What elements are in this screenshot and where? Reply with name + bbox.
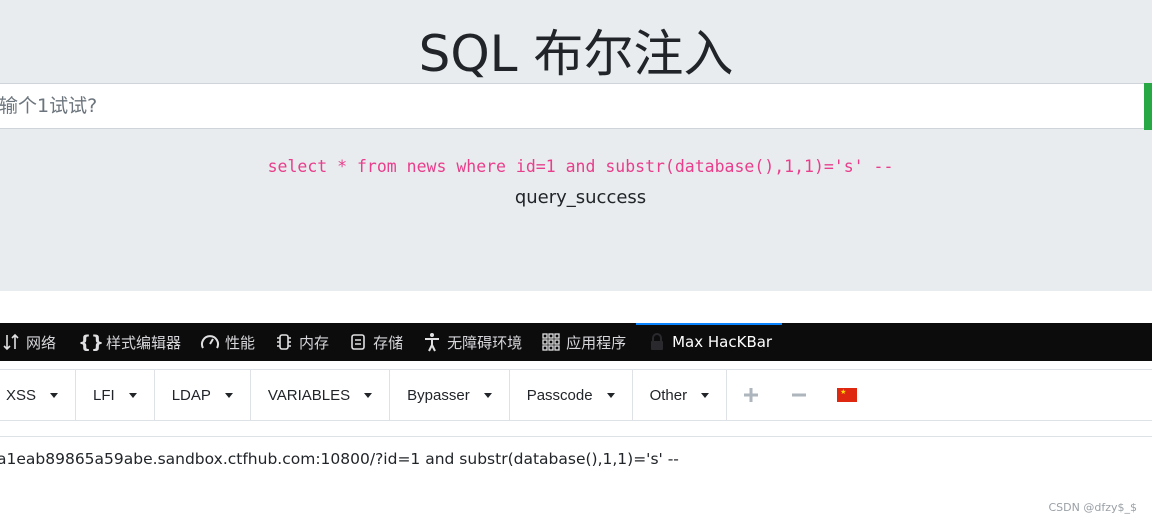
tab-storage[interactable]: 存储 [339,323,413,361]
page-title: SQL 布尔注入 [418,25,734,83]
grid-apps-icon [540,331,562,353]
menu-variables[interactable]: VARIABLES [251,370,391,420]
tab-memory[interactable]: 内存 [265,323,339,361]
menu-other[interactable]: Other [633,370,728,420]
tab-network[interactable]: 网络 [0,323,66,361]
url-text[interactable]: a1eab89865a59abe.sandbox.ctfhub.com:1080… [0,450,679,468]
memory-chip-icon [273,331,295,353]
menu-ldap[interactable]: LDAP [155,370,251,420]
menu-label: Bypasser [407,386,470,404]
network-arrows-icon [0,331,22,353]
watermark: CSDN @dfzy$_$ [1048,501,1138,514]
tab-label: 性能 [225,333,256,352]
menu-label: Other [649,386,688,404]
hackbar-menu: XSS LFI LDAP VARIABLES Bypasser Passcode… [0,369,1152,421]
tab-label: 网络 [26,333,57,352]
tab-performance[interactable]: 性能 [191,323,265,361]
menu-label: VARIABLES [267,386,351,404]
query-result-text: query_success [514,187,647,208]
menu-bypasser[interactable]: Bypasser [390,370,510,420]
caret-down-icon [701,392,710,398]
menu-xss[interactable]: XSS [0,370,77,420]
tab-label: Max HacKBar [672,333,773,351]
caret-down-icon [50,392,59,398]
page-body: SQL 布尔注入 select * from news where id=1 a… [0,0,1152,291]
url-textarea[interactable]: a1eab89865a59abe.sandbox.ctfhub.com:1080… [0,436,1152,525]
sql-query-text: select * from news where id=1 and substr… [267,157,894,176]
braces-icon: {} [78,331,104,353]
accessibility-icon [421,331,443,353]
caret-down-icon [128,392,137,398]
tab-label: 无障碍环境 [447,333,523,352]
caret-down-icon [483,392,492,398]
china-flag-icon[interactable]: ★ [823,370,871,420]
tab-label: 样式编辑器 [106,333,182,352]
id-input[interactable] [0,83,1145,129]
tab-label: 应用程序 [566,333,627,352]
caret-down-icon [606,392,615,398]
menu-label: LDAP [171,386,211,404]
lock-icon [646,331,668,353]
menu-passcode[interactable]: Passcode [510,370,633,420]
gauge-icon [199,331,221,353]
caret-down-icon [224,392,233,398]
devtools-tab-bar: 网络 {} 样式编辑器 性能 内存 存储 无障碍环境 应用程序 Max HacK… [0,323,1152,361]
menu-label: Passcode [526,386,593,404]
tab-max-hackbar[interactable]: Max HacKBar [636,323,783,361]
tab-label: 内存 [299,333,330,352]
tab-style-editor[interactable]: {} 样式编辑器 [66,323,191,361]
storage-icon [347,331,369,353]
minus-icon[interactable] [775,370,823,420]
tab-accessibility[interactable]: 无障碍环境 [413,323,532,361]
menu-lfi[interactable]: LFI [76,370,155,420]
tab-label: 存储 [373,333,404,352]
input-accent-bar [1144,83,1152,130]
plus-icon[interactable] [727,370,775,420]
caret-down-icon [364,392,373,398]
menu-label: LFI [93,386,115,404]
tab-application[interactable]: 应用程序 [532,323,636,361]
menu-label: XSS [6,386,37,404]
